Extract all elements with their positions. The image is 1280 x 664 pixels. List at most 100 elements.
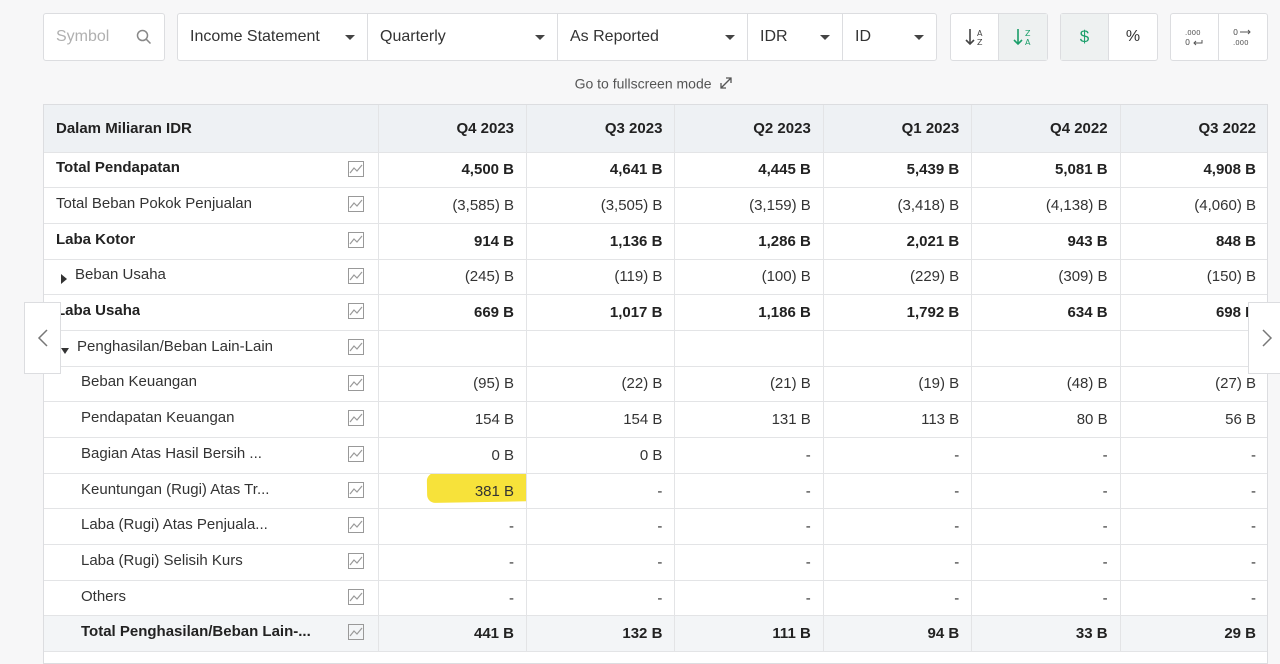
- financial-table: Dalam Miliaran IDR Q4 2023 Q3 2023 Q2 20…: [43, 104, 1268, 664]
- value-cell: 1,286 B: [674, 223, 824, 260]
- line-chart-icon[interactable]: [347, 160, 364, 181]
- line-chart-icon[interactable]: [347, 196, 364, 216]
- dollar-button[interactable]: $: [1061, 14, 1109, 60]
- chevron-down-icon: [535, 34, 545, 40]
- value-cell: 5,081 B: [971, 152, 1121, 189]
- table-row: Laba Kotor 914 B 1,136 B 1,286 B 2,021 B 943 …: [44, 223, 1267, 260]
- value-cell: -: [378, 580, 528, 617]
- expand-arrow-icon[interactable]: [61, 274, 67, 285]
- percent-label: %: [1125, 28, 1141, 45]
- value-cell: 154 B: [526, 401, 676, 438]
- row-label-cell: Laba (Rugi) Atas Penjuala...: [44, 508, 379, 546]
- column-header[interactable]: Q2 2023: [674, 105, 824, 153]
- value-cell: -: [674, 544, 824, 581]
- value-cell: -: [674, 473, 824, 510]
- svg-text:0: 0: [1185, 38, 1190, 47]
- decimal-increase-button[interactable]: 0 .000: [1219, 14, 1267, 60]
- row-label-cell[interactable]: Penghasilan/Beban Lain-Lain: [44, 330, 379, 367]
- table-row: Beban Keuangan (95) B (22) B (21) B (19) B (4…: [44, 366, 1267, 403]
- line-chart-icon[interactable]: [347, 338, 364, 359]
- reporting-select[interactable]: As Reported: [557, 13, 748, 61]
- value-cell: 4,500 B: [378, 152, 528, 189]
- value-cell: -: [823, 473, 973, 510]
- value-cell: -: [823, 544, 973, 581]
- line-chart-icon[interactable]: [347, 303, 364, 323]
- svg-text:.000: .000: [1233, 39, 1249, 47]
- value-cell: [378, 330, 528, 367]
- value-cell: 848 B: [1120, 223, 1267, 260]
- percent-button[interactable]: %: [1109, 14, 1157, 60]
- row-label-cell[interactable]: Beban Usaha: [44, 259, 379, 296]
- value-cell: (309) B: [971, 259, 1121, 296]
- value-cell: -: [971, 580, 1121, 617]
- table-row: Pendapatan Keuangan 154 B 154 B 131 B 113 B8…: [44, 401, 1267, 438]
- value-cell: -: [674, 437, 824, 474]
- sort-descending-icon: ZA: [1013, 29, 1031, 47]
- row-label: Penghasilan/Beban Lain-Lain: [77, 337, 273, 355]
- value-cell: (4,138) B: [971, 187, 1121, 224]
- value-cell: -: [971, 473, 1121, 510]
- value-cell: -: [971, 508, 1121, 546]
- table-header-row: Dalam Miliaran IDR Q4 2023 Q3 2023 Q2 20…: [44, 105, 1267, 153]
- decimal-decrease-button[interactable]: .000 0: [1171, 14, 1219, 60]
- value-cell: 634 B: [971, 294, 1121, 331]
- row-label: Beban Usaha: [75, 266, 166, 284]
- scroll-right-button[interactable]: [1248, 302, 1280, 374]
- line-chart-icon[interactable]: [347, 410, 364, 430]
- scroll-left-button[interactable]: [24, 302, 61, 374]
- statement-select[interactable]: Income Statement: [177, 13, 368, 61]
- row-label-cell: Laba Usaha: [44, 294, 379, 331]
- column-header[interactable]: Q3 2022: [1120, 105, 1267, 153]
- line-chart-icon[interactable]: [347, 374, 364, 395]
- column-header[interactable]: Q4 2022: [971, 105, 1121, 153]
- line-chart-icon[interactable]: [347, 517, 364, 537]
- value-cell: -: [674, 580, 824, 617]
- value-cell: -: [1120, 437, 1267, 474]
- symbol-search[interactable]: Symbol: [43, 13, 165, 61]
- symbol-input[interactable]: Symbol: [44, 28, 136, 46]
- row-label-cell: Total Beban Pokok Penjualan: [44, 187, 379, 224]
- value-cell: -: [378, 508, 528, 546]
- value-cell: 381 B: [378, 473, 528, 510]
- svg-text:Z: Z: [977, 38, 983, 47]
- table-row: Total Pendapatan 4,500 B 4,641 B 4,445 B 5,4…: [44, 152, 1267, 189]
- value-cell: [823, 330, 973, 367]
- value-cell: (3,505) B: [526, 187, 676, 224]
- sort-ascending-button[interactable]: AZ: [951, 14, 999, 60]
- sort-descending-button[interactable]: ZA: [999, 14, 1047, 60]
- value-cell: (48) B: [971, 366, 1121, 403]
- column-header[interactable]: Q4 2023: [378, 105, 528, 153]
- line-chart-icon[interactable]: [347, 446, 364, 466]
- line-chart-icon[interactable]: [347, 588, 364, 609]
- line-chart-icon[interactable]: [347, 624, 364, 644]
- search-icon: [136, 29, 152, 45]
- value-cell: 1,017 B: [526, 294, 676, 331]
- table-row: Total Beban Pokok Penjualan (3,585) B (3,5…: [44, 187, 1267, 224]
- period-select[interactable]: Quarterly: [367, 13, 558, 61]
- line-chart-icon[interactable]: [347, 267, 364, 288]
- table-row: Bagian Atas Hasil Bersih ... 0 B0 B----: [44, 437, 1267, 474]
- column-header[interactable]: Q1 2023: [823, 105, 973, 153]
- value-cell: 0 B: [378, 437, 528, 474]
- row-label-cell: Beban Keuangan: [44, 366, 379, 403]
- period-value: Quarterly: [380, 28, 446, 45]
- line-chart-icon[interactable]: [347, 231, 364, 252]
- currency-select[interactable]: IDR: [747, 13, 843, 61]
- row-label: Laba (Rugi) Atas Penjuala...: [81, 516, 268, 534]
- language-value: ID: [855, 28, 871, 45]
- line-chart-icon[interactable]: [347, 553, 364, 573]
- row-label-cell: Bagian Atas Hasil Bersih ...: [44, 437, 379, 474]
- line-chart-icon[interactable]: [347, 481, 364, 502]
- language-select[interactable]: ID: [842, 13, 937, 61]
- value-cell: -: [526, 544, 676, 581]
- value-cell: 669 B: [378, 294, 528, 331]
- collapse-arrow-icon[interactable]: [61, 347, 69, 354]
- row-label-cell: Total Penghasilan/Beban Lain-...: [44, 615, 379, 653]
- value-cell: 132 B: [526, 615, 676, 653]
- row-label: Others: [81, 587, 127, 605]
- value-cell: -: [526, 580, 676, 617]
- table-row: Others - - - - - -: [44, 580, 1267, 617]
- value-cell: (245) B: [378, 259, 528, 296]
- fullscreen-link[interactable]: Go to fullscreen mode: [0, 74, 1280, 91]
- column-header[interactable]: Q3 2023: [526, 105, 676, 153]
